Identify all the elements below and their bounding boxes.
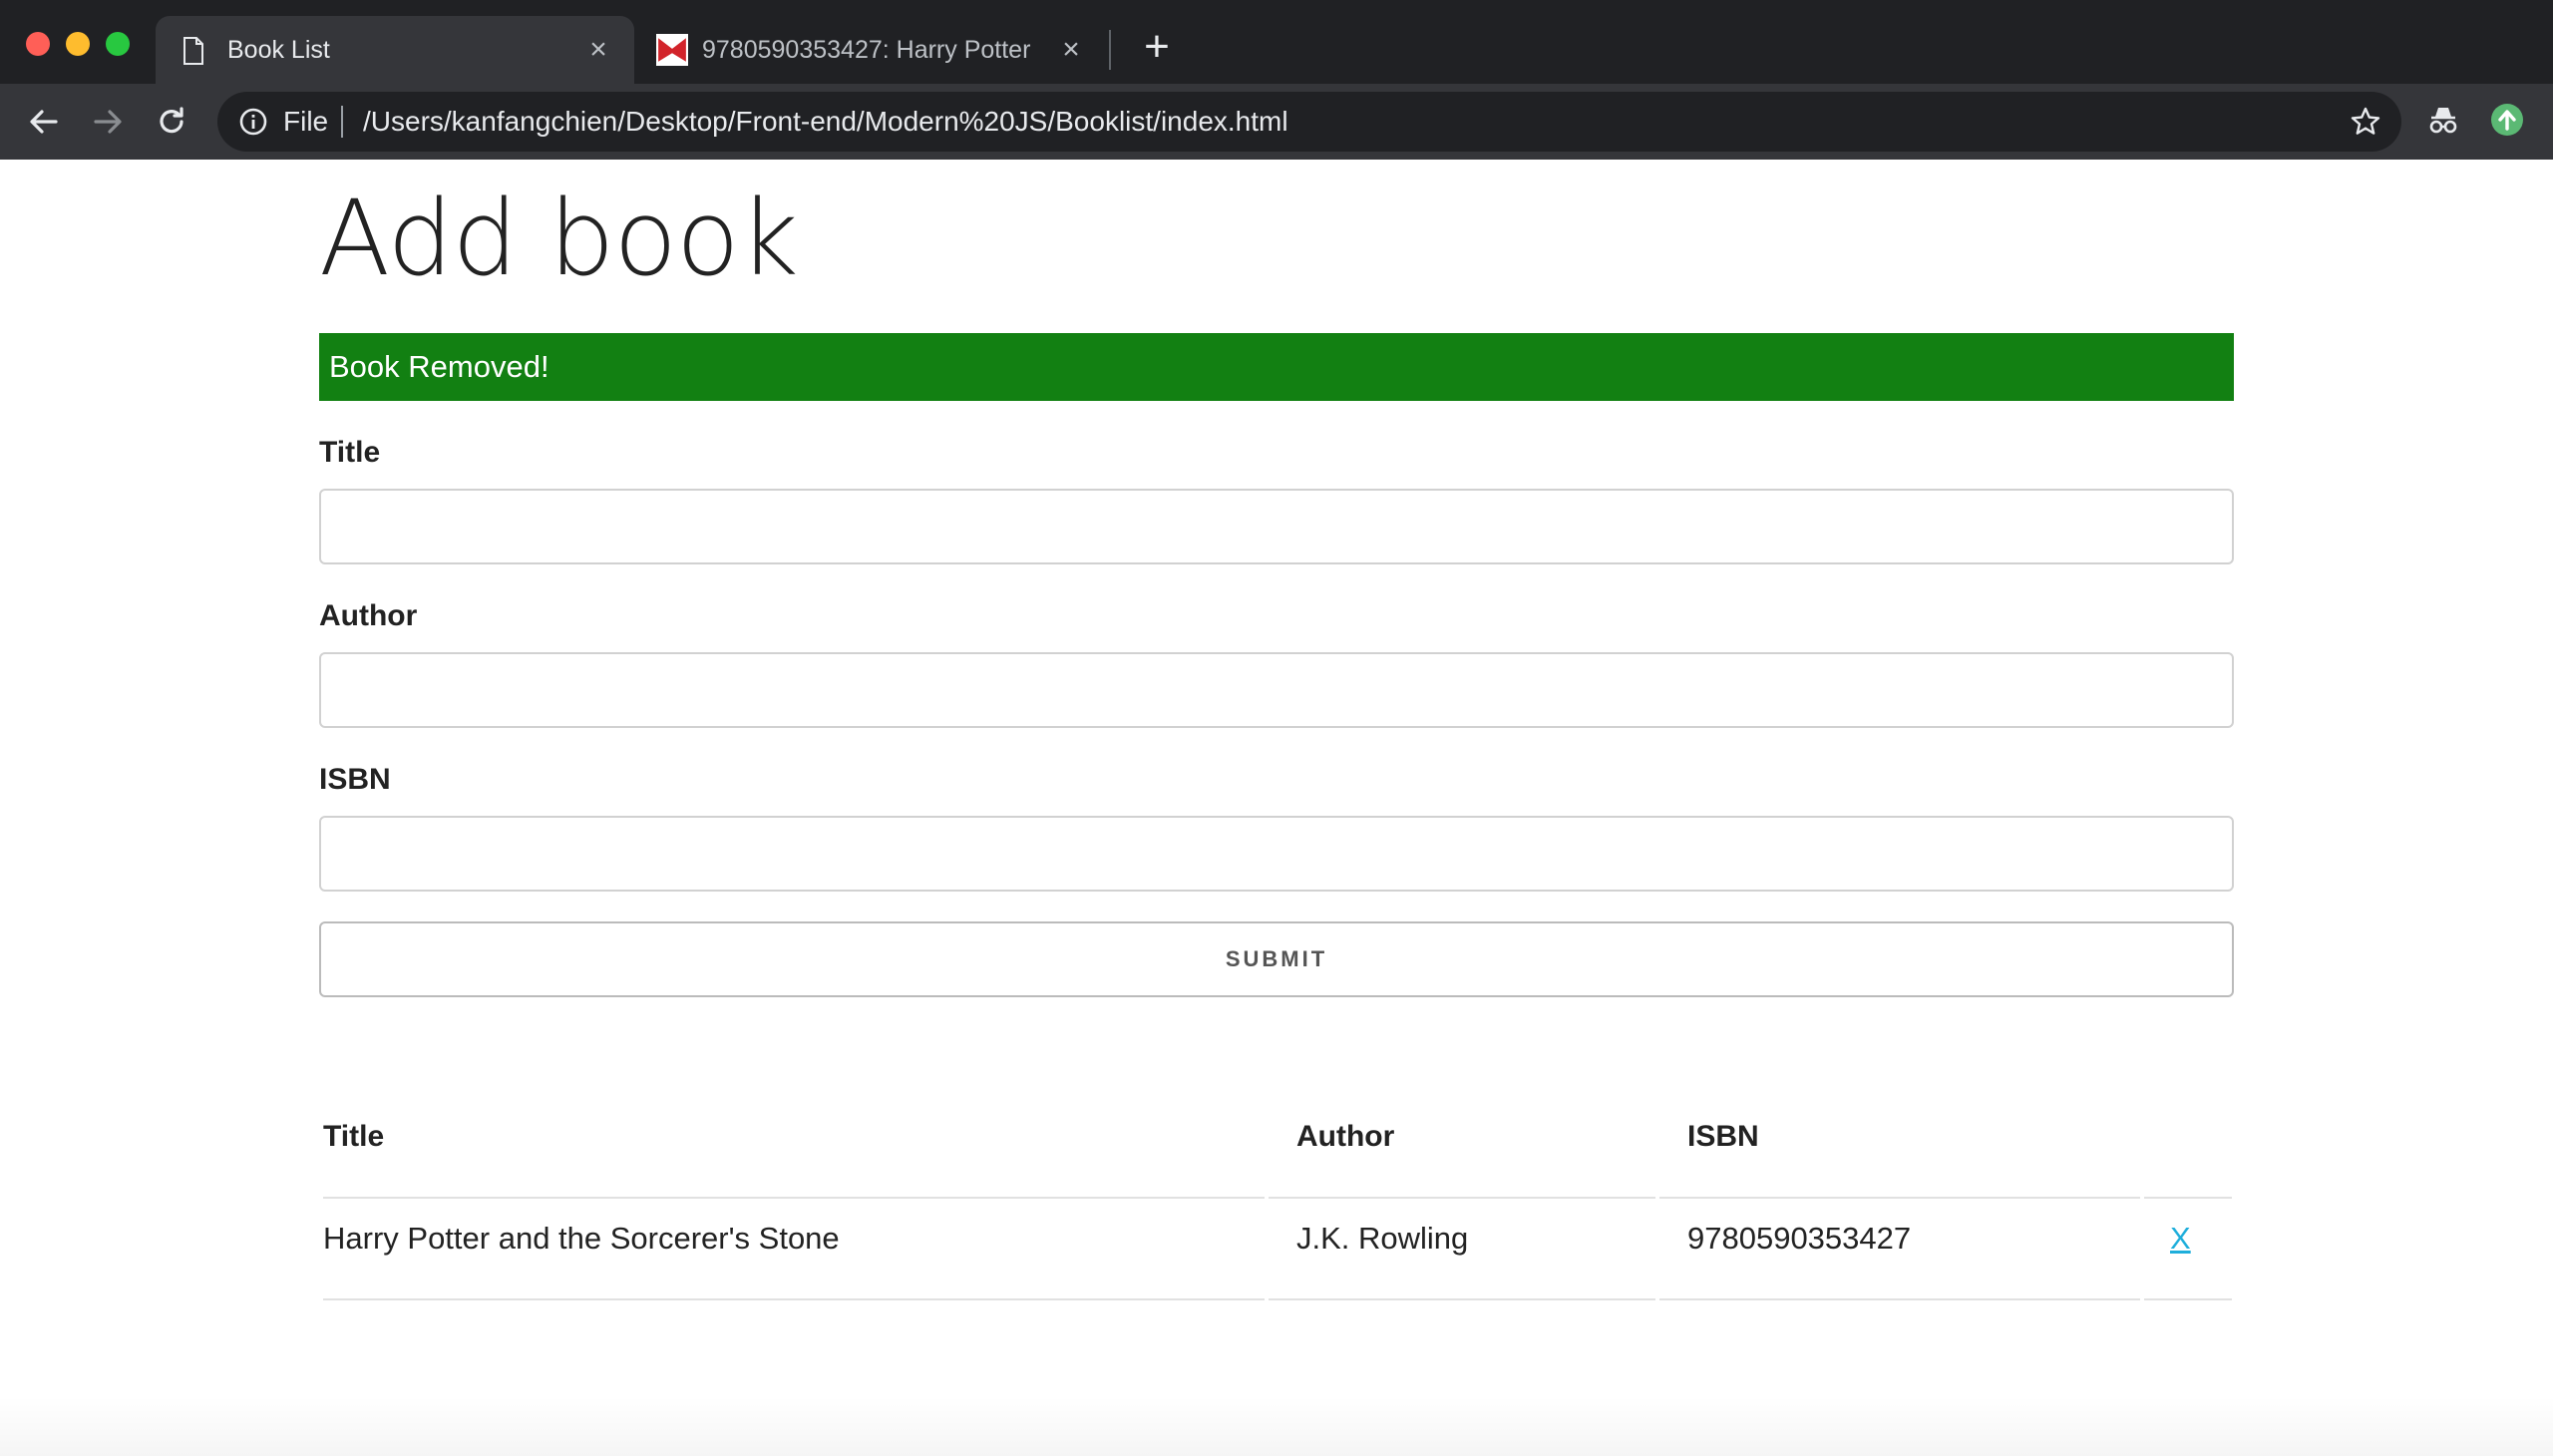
address-bar[interactable]: File /Users/kanfangchien/Desktop/Front-e… <box>217 92 2401 152</box>
info-icon[interactable] <box>237 106 269 138</box>
column-header-isbn: ISBN <box>1687 1120 1759 1153</box>
back-arrow-icon <box>30 110 58 134</box>
close-tab-icon[interactable]: × <box>1057 35 1085 65</box>
row-rule <box>1659 1298 2140 1300</box>
book-isbn-cell: 9780590353427 <box>1687 1221 1912 1256</box>
row-rule <box>2144 1298 2232 1300</box>
book-author-cell: J.K. Rowling <box>1296 1221 1469 1256</box>
page-bottom-fade <box>0 1396 2553 1456</box>
back-button[interactable] <box>24 102 64 142</box>
browser-toolbar: File /Users/kanfangchien/Desktop/Front-e… <box>0 84 2553 160</box>
row-rule <box>323 1298 1265 1300</box>
submit-button[interactable]: SUBMIT <box>319 921 2234 997</box>
author-label: Author <box>319 599 418 632</box>
author-input[interactable] <box>319 652 2234 728</box>
document-icon <box>183 37 203 65</box>
forward-button[interactable] <box>88 102 128 142</box>
url-scheme-label: File <box>283 106 329 137</box>
new-tab-button[interactable]: + <box>1137 25 1177 69</box>
isbn-label: ISBN <box>319 763 391 796</box>
forward-arrow-icon <box>94 110 122 134</box>
tab-title: Book List <box>227 36 330 64</box>
tab-harry-potter[interactable]: 9780590353427: Harry Potter × <box>638 16 1107 84</box>
tab-title: 9780590353427: Harry Potter <box>702 36 1031 64</box>
delete-book-link[interactable]: X <box>2170 1199 2191 1278</box>
title-input[interactable] <box>319 489 2234 564</box>
tab-strip: Book List × 9780590353427: Harry Potter … <box>0 0 2553 84</box>
isbn-input[interactable] <box>319 816 2234 892</box>
close-window-button[interactable] <box>26 32 50 56</box>
success-alert: Book Removed! <box>319 333 2234 401</box>
tab-book-list[interactable]: Book List × <box>156 16 634 84</box>
bookmark-star-icon[interactable] <box>2350 106 2381 138</box>
bookseller-logo-icon <box>656 34 688 66</box>
book-title-cell: Harry Potter and the Sorcerer's Stone <box>323 1221 840 1256</box>
reload-button[interactable] <box>152 102 191 142</box>
minimize-window-button[interactable] <box>66 32 90 56</box>
url-separator <box>341 106 343 138</box>
close-tab-icon[interactable]: × <box>584 35 612 65</box>
title-label: Title <box>319 436 381 469</box>
row-rule <box>1269 1298 1655 1300</box>
incognito-extension-icon[interactable] <box>2425 102 2461 138</box>
maximize-window-button[interactable] <box>106 32 130 56</box>
tab-divider <box>1109 30 1111 70</box>
column-header-title: Title <box>323 1120 385 1153</box>
page-title: Add book <box>319 178 799 299</box>
update-extension-icon[interactable] <box>2489 102 2525 138</box>
url-text[interactable]: /Users/kanfangchien/Desktop/Front-end/Mo… <box>363 104 1288 140</box>
reload-icon <box>160 107 183 134</box>
column-header-author: Author <box>1296 1120 1395 1153</box>
page-viewport: Add book Book Removed! Title Author ISBN… <box>0 160 2553 1456</box>
